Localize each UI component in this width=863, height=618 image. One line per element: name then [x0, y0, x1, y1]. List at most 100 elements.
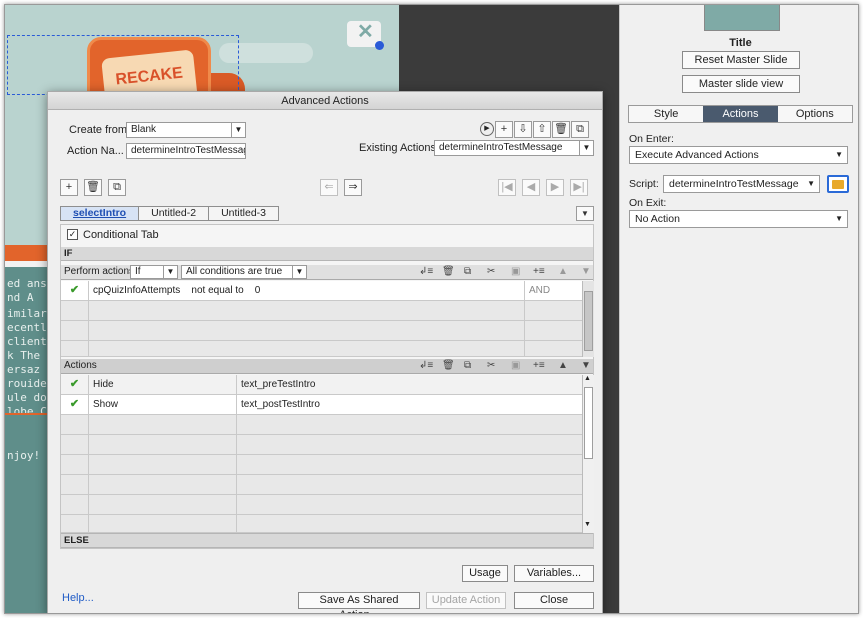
table-row[interactable]	[61, 301, 583, 321]
on-enter-value: Execute Advanced Actions	[635, 149, 759, 161]
insert-below-icon[interactable]: +≡	[533, 359, 545, 373]
table-row[interactable]: ✔ Show text_postTestIntro	[61, 395, 583, 415]
move-up-icon[interactable]: ▲	[558, 265, 568, 279]
script-label: Script:	[629, 178, 659, 190]
usage-button[interactable]: Usage	[462, 565, 508, 582]
move-right-icon[interactable]: ⇒	[344, 179, 362, 196]
condition-val: 0	[254, 285, 261, 296]
import-icon[interactable]: ⇩	[514, 121, 532, 138]
condition-scrollbar[interactable]	[582, 281, 594, 357]
lock-icon	[375, 41, 384, 50]
paste-icon[interactable]: ▣	[511, 265, 520, 279]
delete-action-icon[interactable]: 🗑	[552, 121, 570, 138]
update-action-button[interactable]: Update Action	[426, 592, 506, 609]
perform-select[interactable]: If ▼	[130, 265, 178, 279]
on-enter-select[interactable]: Execute Advanced Actions ▼	[629, 146, 848, 164]
tab-untitled-3[interactable]: Untitled-3	[208, 206, 280, 221]
move-down-icon[interactable]: ▼	[581, 265, 591, 279]
on-exit-label: On Exit:	[629, 197, 667, 209]
selection-box	[7, 35, 239, 95]
tab-actions[interactable]: Actions	[703, 106, 778, 122]
export-icon[interactable]: ⇧	[533, 121, 551, 138]
existing-actions-select[interactable]: determineIntroTestMessage ▼	[434, 140, 594, 156]
actions-bar: Actions ↲≡ 🗑 ⧉ ✂ ▣ +≡ ▲ ▼	[61, 359, 593, 374]
add-icon[interactable]: +	[60, 179, 78, 196]
table-row[interactable]: ✔ cpQuizInfoAttempts not equal to 0 AND	[61, 281, 583, 301]
preview-play-icon[interactable]: ▶	[480, 122, 494, 136]
action-cell[interactable]: Show	[89, 395, 237, 415]
tab-options[interactable]: Options	[778, 106, 852, 122]
conditions-select[interactable]: All conditions are true ▼	[181, 265, 307, 279]
condition-logic[interactable]: AND	[525, 281, 583, 301]
create-from-select[interactable]: Blank ▼	[126, 122, 246, 138]
help-link[interactable]: Help...	[62, 592, 94, 604]
table-row[interactable]	[61, 415, 583, 435]
scroll-down-icon[interactable]: ▼	[584, 521, 591, 528]
table-row[interactable]	[61, 435, 583, 455]
perform-actions-bar: Perform actions: If ▼ All conditions are…	[61, 265, 593, 280]
conditional-tab-label: Conditional Tab	[83, 229, 159, 241]
target-cell[interactable]: text_postTestIntro	[237, 395, 583, 415]
on-exit-select[interactable]: No Action ▼	[629, 210, 848, 228]
duplicate-icon[interactable]: ⧉	[108, 179, 126, 196]
script-select[interactable]: determineIntroTestMessage ▼	[663, 175, 820, 193]
chevron-down-icon: ▼	[163, 266, 177, 278]
action-name-input[interactable]: determineIntroTestMessage	[126, 143, 246, 159]
previous-icon[interactable]: ◀	[522, 179, 540, 196]
master-thumbnail[interactable]	[704, 5, 780, 31]
paste-icon[interactable]: ▣	[511, 359, 520, 373]
folder-icon[interactable]	[827, 175, 849, 193]
table-row[interactable]	[61, 475, 583, 495]
table-row[interactable]	[61, 341, 583, 357]
close-button[interactable]: Close	[514, 592, 594, 609]
table-row[interactable]	[61, 495, 583, 515]
tabs-menu-icon[interactable]: ▼	[576, 206, 594, 221]
tab-untitled-2[interactable]: Untitled-2	[138, 206, 210, 221]
table-row[interactable]: ✔ Hide text_preTestIntro	[61, 375, 583, 395]
scroll-thumb[interactable]	[584, 387, 593, 459]
move-left-icon[interactable]: ⇐	[320, 179, 338, 196]
target-cell[interactable]: text_preTestIntro	[237, 375, 583, 395]
next-icon[interactable]: ▶	[546, 179, 564, 196]
create-from-label: Create from:	[69, 124, 131, 136]
table-row[interactable]	[61, 515, 583, 533]
cut-icon[interactable]: ✂	[487, 359, 495, 373]
condition-expression[interactable]: cpQuizInfoAttempts not equal to 0	[89, 281, 525, 301]
cut-icon[interactable]: ✂	[487, 265, 495, 279]
last-icon[interactable]: ▶|	[570, 179, 588, 196]
copy-row-icon[interactable]: ⧉	[464, 359, 471, 373]
delete-row-icon[interactable]: 🗑	[442, 265, 455, 279]
table-row[interactable]	[61, 321, 583, 341]
existing-actions-value: determineIntroTestMessage	[439, 142, 563, 153]
first-icon[interactable]: |◀	[498, 179, 516, 196]
actions-scrollbar[interactable]: ▲ ▼	[582, 375, 594, 533]
advanced-actions-dialog: Advanced Actions Create from: Blank ▼ Ac…	[47, 91, 603, 613]
save-shared-action-button[interactable]: Save As Shared Action...	[298, 592, 420, 613]
copy-row-icon[interactable]: ⧉	[464, 265, 471, 279]
master-view-button[interactable]: Master slide view	[682, 75, 800, 93]
tab-style[interactable]: Style	[629, 106, 703, 122]
chevron-down-icon: ▼	[231, 123, 245, 137]
move-down-icon[interactable]: ▼	[581, 359, 591, 373]
duplicate-action-icon[interactable]: ⧉	[571, 121, 589, 138]
condition-grid: ✔ cpQuizInfoAttempts not equal to 0 AND	[61, 281, 583, 357]
variables-button[interactable]: Variables...	[514, 565, 594, 582]
trash-icon[interactable]: 🗑	[84, 179, 102, 196]
conditional-checkbox[interactable]: ✓	[67, 229, 78, 240]
scroll-up-icon[interactable]: ▲	[584, 375, 591, 382]
insert-row-icon[interactable]: ↲≡	[419, 359, 433, 373]
move-up-icon[interactable]: ▲	[558, 359, 568, 373]
script-value: determineIntroTestMessage	[669, 178, 799, 190]
tab-select-intro[interactable]: selectIntro	[60, 206, 140, 221]
add-action-icon[interactable]: +	[495, 121, 513, 138]
scroll-thumb[interactable]	[584, 291, 593, 351]
reset-master-button[interactable]: Reset Master Slide	[682, 51, 800, 69]
check-icon: ✔	[61, 281, 89, 301]
action-cell[interactable]: Hide	[89, 375, 237, 395]
slide-text-line: rouide	[7, 377, 47, 390]
delete-row-icon[interactable]: 🗑	[442, 359, 455, 373]
insert-row-icon[interactable]: ↲≡	[419, 265, 433, 279]
table-row[interactable]	[61, 455, 583, 475]
insert-below-icon[interactable]: +≡	[533, 265, 545, 279]
condition-var: cpQuizInfoAttempts	[93, 285, 181, 296]
